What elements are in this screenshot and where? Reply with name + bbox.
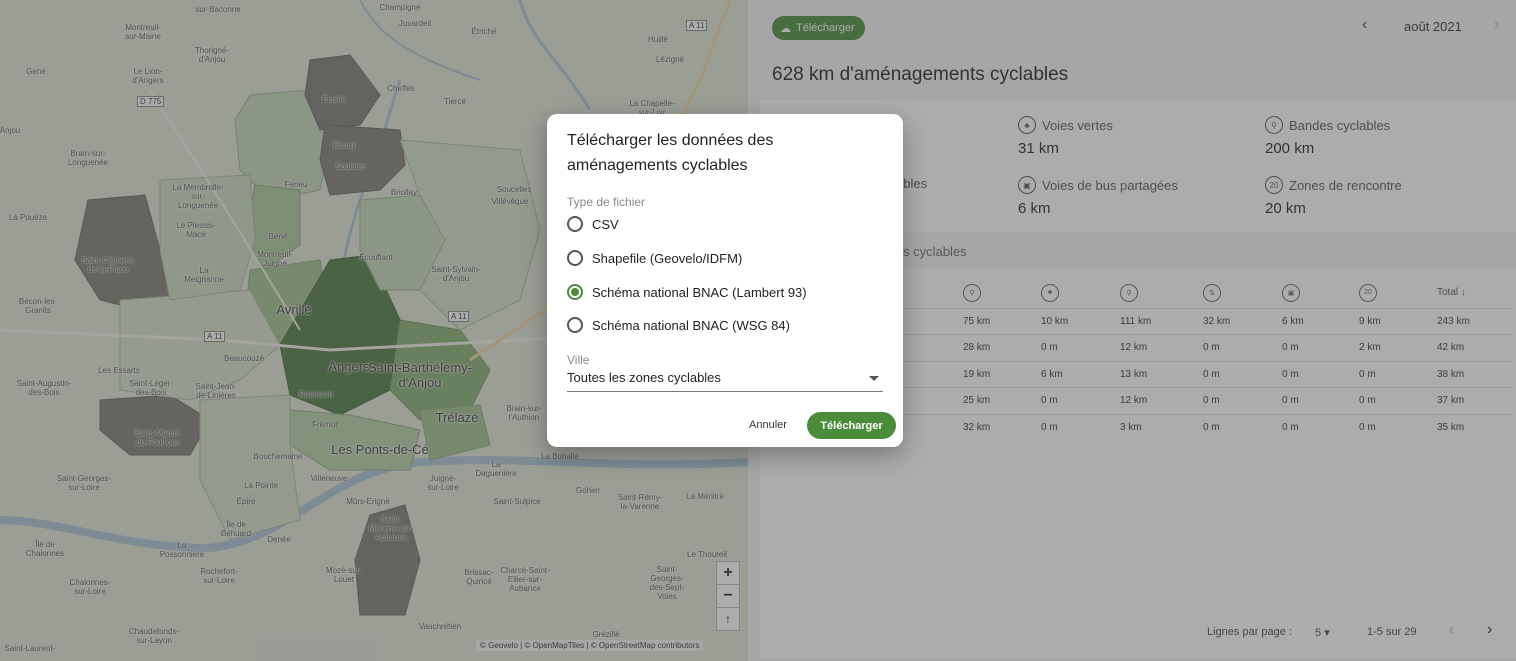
city-select[interactable]: Toutes les zones cyclables [567,370,883,392]
cancel-button[interactable]: Annuler [749,419,787,431]
file-type-label: Type de fichier [567,195,646,209]
radio-bnac-wsg84[interactable]: Schéma national BNAC (WSG 84) [567,317,790,333]
dialog-title: Télécharger les données des aménagements… [567,132,774,174]
radio-button[interactable] [567,250,583,266]
radio-label: Schéma national BNAC (WSG 84) [592,317,790,333]
radio-label: Schéma national BNAC (Lambert 93) [592,284,807,300]
confirm-download-button[interactable]: Télécharger [807,412,896,439]
radio-label: CSV [592,216,619,232]
city-label: Ville [567,353,590,367]
radio-button[interactable] [567,317,583,333]
radio-csv[interactable]: CSV [567,216,619,232]
download-dialog: Télécharger les données des aménagements… [547,114,903,447]
city-select-value: Toutes les zones cyclables [567,370,721,385]
radio-shapefile[interactable]: Shapefile (Geovelo/IDFM) [567,250,742,266]
radio-bnac-lambert93[interactable]: Schéma national BNAC (Lambert 93) [567,284,807,300]
radio-button[interactable] [567,216,583,232]
radio-button-selected[interactable] [567,284,583,300]
radio-label: Shapefile (Geovelo/IDFM) [592,250,743,266]
caret-down-icon [869,376,879,381]
